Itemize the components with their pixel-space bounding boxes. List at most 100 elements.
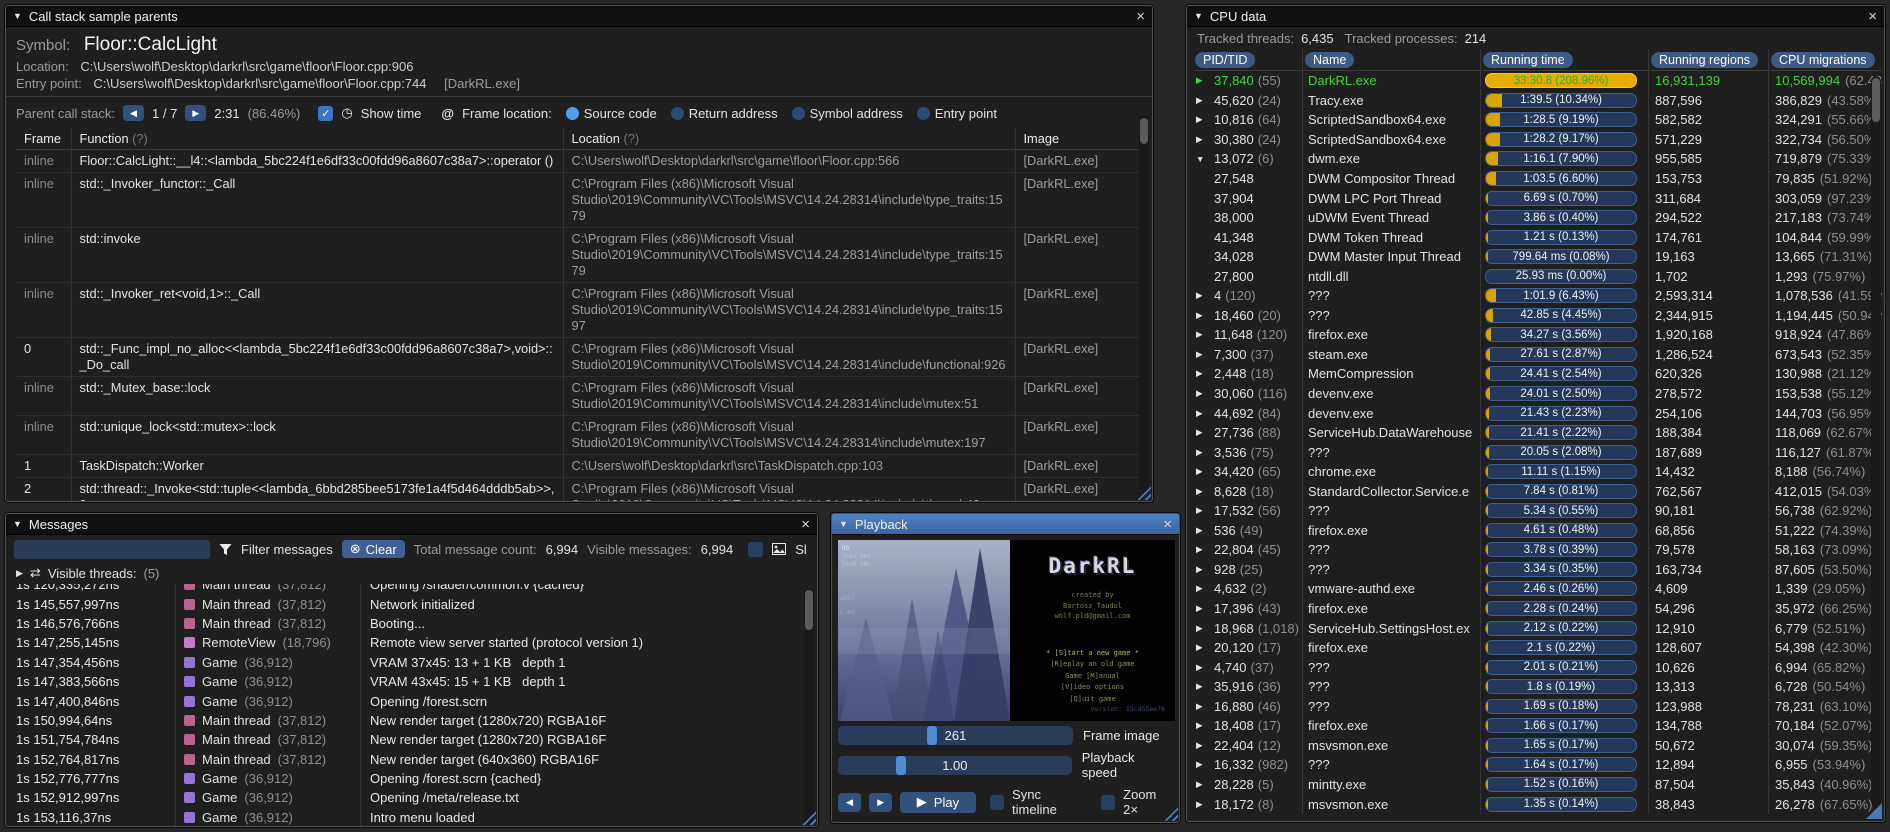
cpu-row[interactable]: ▶ 16,880 (46)??? 1.69 s (0.18%) 123,988 78,23… [1193,696,1882,717]
message-row[interactable]: 1s 150,994,64ns Main thread (37,812) New re… [6,710,817,731]
cpu-row[interactable]: ▶ 45,620 (24) Tracy.exe 1:39.5 (10.34%) 887,5… [1193,90,1882,111]
scrollbar-handle[interactable] [805,590,813,630]
cpu-row[interactable]: ▶ 35,916 (36)??? 1.8 s (0.19%) 13,313 6,728 (5… [1193,676,1882,697]
prev-stack-button[interactable]: ◀ [123,105,144,121]
message-row[interactable]: 1s 152,764,817ns Main thread (37,812) New r… [6,749,817,769]
show-images-checkbox[interactable] [748,541,764,557]
cpu-row[interactable]: ▶ 27,736 (88) ServiceHub.DataWarehouse 21.41… [1193,422,1882,443]
cpu-row[interactable]: ▶ 18,408 (17) firefox.exe 1.66 s (0.17%) 134,… [1193,716,1882,736]
expand-icon[interactable]: ▶ [1196,564,1210,575]
collapse-icon[interactable]: ▼ [13,519,22,529]
cpu-row[interactable]: ▶ 17,532 (56)??? 5.34 s (0.55%) 90,181 56,738… [1193,501,1882,521]
expand-icon[interactable]: ▶ [1196,642,1210,653]
cpu-row[interactable]: 37,904 DWM LPC Port Thread 6.69 s (0.70%) 3… [1193,188,1882,208]
callstack-row[interactable]: inline std::_Invoker_functor::_Call C:\Pro… [16,171,1145,228]
cpu-row[interactable]: 34,028 DWM Master Input Thread 799.64 ms (… [1193,246,1882,267]
column-cpu-migrations[interactable]: CPU migrations [1769,49,1882,70]
clear-button[interactable]: ⊗ Clear [341,540,405,558]
expand-icon[interactable]: ▶ [1196,623,1210,634]
expand-icon[interactable]: ▶ [1196,779,1210,790]
expand-icon[interactable]: ▶ [1196,349,1210,360]
column-running-regions[interactable]: Running regions [1649,49,1769,70]
cpu-row[interactable]: ▶ 34,420 (65) chrome.exe 11.11 s (1.15%) 14,4… [1193,461,1882,482]
callstack-row[interactable]: 1 TaskDispatch::Worker C:\Users\wolf\Deskt… [16,453,1145,478]
expand-icon[interactable]: ▶ [1196,75,1210,86]
sync-timeline-checkbox[interactable] [989,794,1005,810]
cpu-titlebar[interactable]: ▼ CPU data × [1187,6,1884,27]
message-row[interactable]: 1s 146,576,766ns Main thread (37,812) Booti… [6,613,817,634]
expand-icon[interactable]: ▶ [1196,505,1210,516]
scrollbar-handle[interactable] [1872,78,1880,122]
cpu-row[interactable]: ▶ 17,396 (43) firefox.exe 2.28 s (0.24%) 54,2… [1193,598,1882,619]
cpu-row[interactable]: ▶ 44,692 (84) devenv.exe 21.43 s (2.23%) 254,… [1193,403,1882,423]
play-button[interactable]: ▶ Play [900,791,976,813]
callstack-row[interactable]: inline std::_Invoker_ret<void,1>::_Call C:… [16,281,1145,338]
next-stack-button[interactable]: ▶ [185,105,207,121]
expand-icon[interactable]: ▼ [1196,154,1210,164]
callstack-titlebar[interactable]: ▼ Call stack sample parents × [6,6,1152,27]
cpu-row[interactable]: ▶ 22,804 (45)??? 3.78 s (0.39%) 79,578 58,163… [1193,540,1882,560]
expand-icon[interactable]: ▶ [1196,681,1210,692]
next-frame-button[interactable]: ▶ [869,792,893,812]
column-name[interactable]: Name [1303,49,1481,70]
playback-speed-slider[interactable]: 1.00 [838,755,1072,775]
column-pid-tid[interactable]: PID/TID [1193,49,1303,70]
cpu-row[interactable]: ▶ 37,840 (55) DarkRL.exe 33:30.8 (208.96%) 16… [1193,71,1882,91]
column-running-time[interactable]: Running time [1481,49,1649,70]
column-image[interactable]: Image [1015,128,1145,150]
callstack-row[interactable]: 0 std::_Func_impl_no_alloc<<lambda_5bc224… [16,336,1145,377]
expand-icon[interactable]: ▶ [1196,701,1210,712]
scrollbar[interactable] [804,588,814,824]
playback-titlebar[interactable]: ▼ Playback × [832,514,1179,535]
radio-entry-point[interactable]: Entry point [916,106,997,121]
expand-icon[interactable]: ▶ [1196,388,1210,399]
show-time-checkbox[interactable]: ✓ [318,105,334,121]
expand-icon[interactable]: ▶ [1196,95,1210,106]
expand-icon[interactable]: ▶ [1196,408,1210,419]
cpu-row[interactable]: ▶ 7,300 (37) steam.exe 27.61 s (2.87%) 1,286,… [1193,344,1882,365]
cpu-row[interactable]: ▼ 13,072 (6) dwm.exe 1:16.1 (7.90%) 955,585 71… [1193,149,1882,169]
expand-icon[interactable]: ▶ [1196,466,1210,477]
cpu-row[interactable]: ▶ 22,404 (12) msvsmon.exe 1.65 s (0.17%) 50,6… [1193,735,1882,756]
close-icon[interactable]: × [1136,9,1145,24]
cpu-row[interactable]: ▶ 4,740 (37)??? 2.01 s (0.21%) 10,626 6,994 (6… [1193,657,1882,677]
column-function[interactable]: Function (?) [71,128,564,150]
cpu-row[interactable]: ▶ 11,648 (120) firefox.exe 34.27 s (3.56%) 1,… [1193,325,1882,345]
expand-icon[interactable]: ▶ [1196,329,1210,340]
visible-threads-row[interactable]: ▶ ⇄ Visible threads: (5) [6,563,817,583]
expand-icon[interactable]: ▶ [1196,799,1210,810]
cpu-row[interactable]: ▶ 3,536 (75)??? 20.05 s (2.08%) 187,689 116,1… [1193,442,1882,462]
expand-icon[interactable]: ▶ [1196,603,1210,614]
filter-input[interactable] [14,539,210,559]
message-row[interactable]: 1s 147,255,145ns RemoteView (18,796) Remote… [6,633,817,653]
close-icon[interactable]: × [1868,9,1877,24]
messages-titlebar[interactable]: ▼ Messages × [6,514,817,535]
cpu-row[interactable]: ▶ 4 (120)??? 1:01.9 (6.43%) 2,593,314 1,078,5… [1193,286,1882,306]
prev-frame-button[interactable]: ◀ [838,792,862,812]
message-row[interactable]: 1s 152,776,777ns Game (36,912) Opening /for… [6,768,817,789]
cpu-row[interactable]: ▶ 4,632 (2) vmware-authd.exe 2.46 s (0.26%) 4… [1193,579,1882,599]
radio-symbol-address[interactable]: Symbol address [791,106,903,121]
cpu-row[interactable]: ▶ 30,060 (116) devenv.exe 24.01 s (2.50%) 278… [1193,383,1882,404]
expand-icon[interactable]: ▶ [1196,759,1210,770]
expand-icon[interactable]: ▶ [1196,662,1210,673]
callstack-row[interactable]: inline std::_Mutex_base::lock C:\Program F… [16,375,1145,416]
radio-return-address[interactable]: Return address [670,106,778,121]
cpu-row[interactable]: 27,800 ntdll.dll 25.93 ms (0.00%) 1,702 1,29… [1193,266,1882,287]
collapse-icon[interactable]: ▼ [1194,11,1203,21]
cpu-row[interactable]: 38,000 uDWM Event Thread 3.86 s (0.40%) 294… [1193,207,1882,228]
expand-icon[interactable]: ▶ [1196,427,1210,438]
cpu-row[interactable]: ▶ 928 (25)??? 3.34 s (0.35%) 163,734 87,605 (5… [1193,559,1882,580]
message-row[interactable]: 1s 153,116,37ns Game (36,912) Intro menu lo… [6,807,817,826]
expand-icon[interactable]: ▶ [1196,134,1210,145]
message-row[interactable]: 1s 147,354,456ns Game (36,912) VRAM 37x45: … [6,652,817,672]
callstack-row[interactable]: inline std::invoke C:\Program Files (x86)\… [16,226,1145,283]
column-location[interactable]: Location (?) [563,128,1016,150]
cpu-row[interactable]: ▶ 30,380 (24) ScriptedSandbox64.exe 1:28.2 (… [1193,129,1882,150]
callstack-row[interactable]: inline Floor::CalcLight::__l4::<lambda_5b… [16,149,1145,173]
cpu-row[interactable]: 27,548 DWM Compositor Thread 1:03.5 (6.60%… [1193,168,1882,189]
expand-icon[interactable]: ▶ [1196,720,1210,731]
cpu-row[interactable]: ▶ 536 (49) firefox.exe 4.61 s (0.48%) 68,856 5… [1193,520,1882,541]
scrollbar-handle[interactable] [1140,118,1148,144]
close-icon[interactable]: × [801,517,810,532]
